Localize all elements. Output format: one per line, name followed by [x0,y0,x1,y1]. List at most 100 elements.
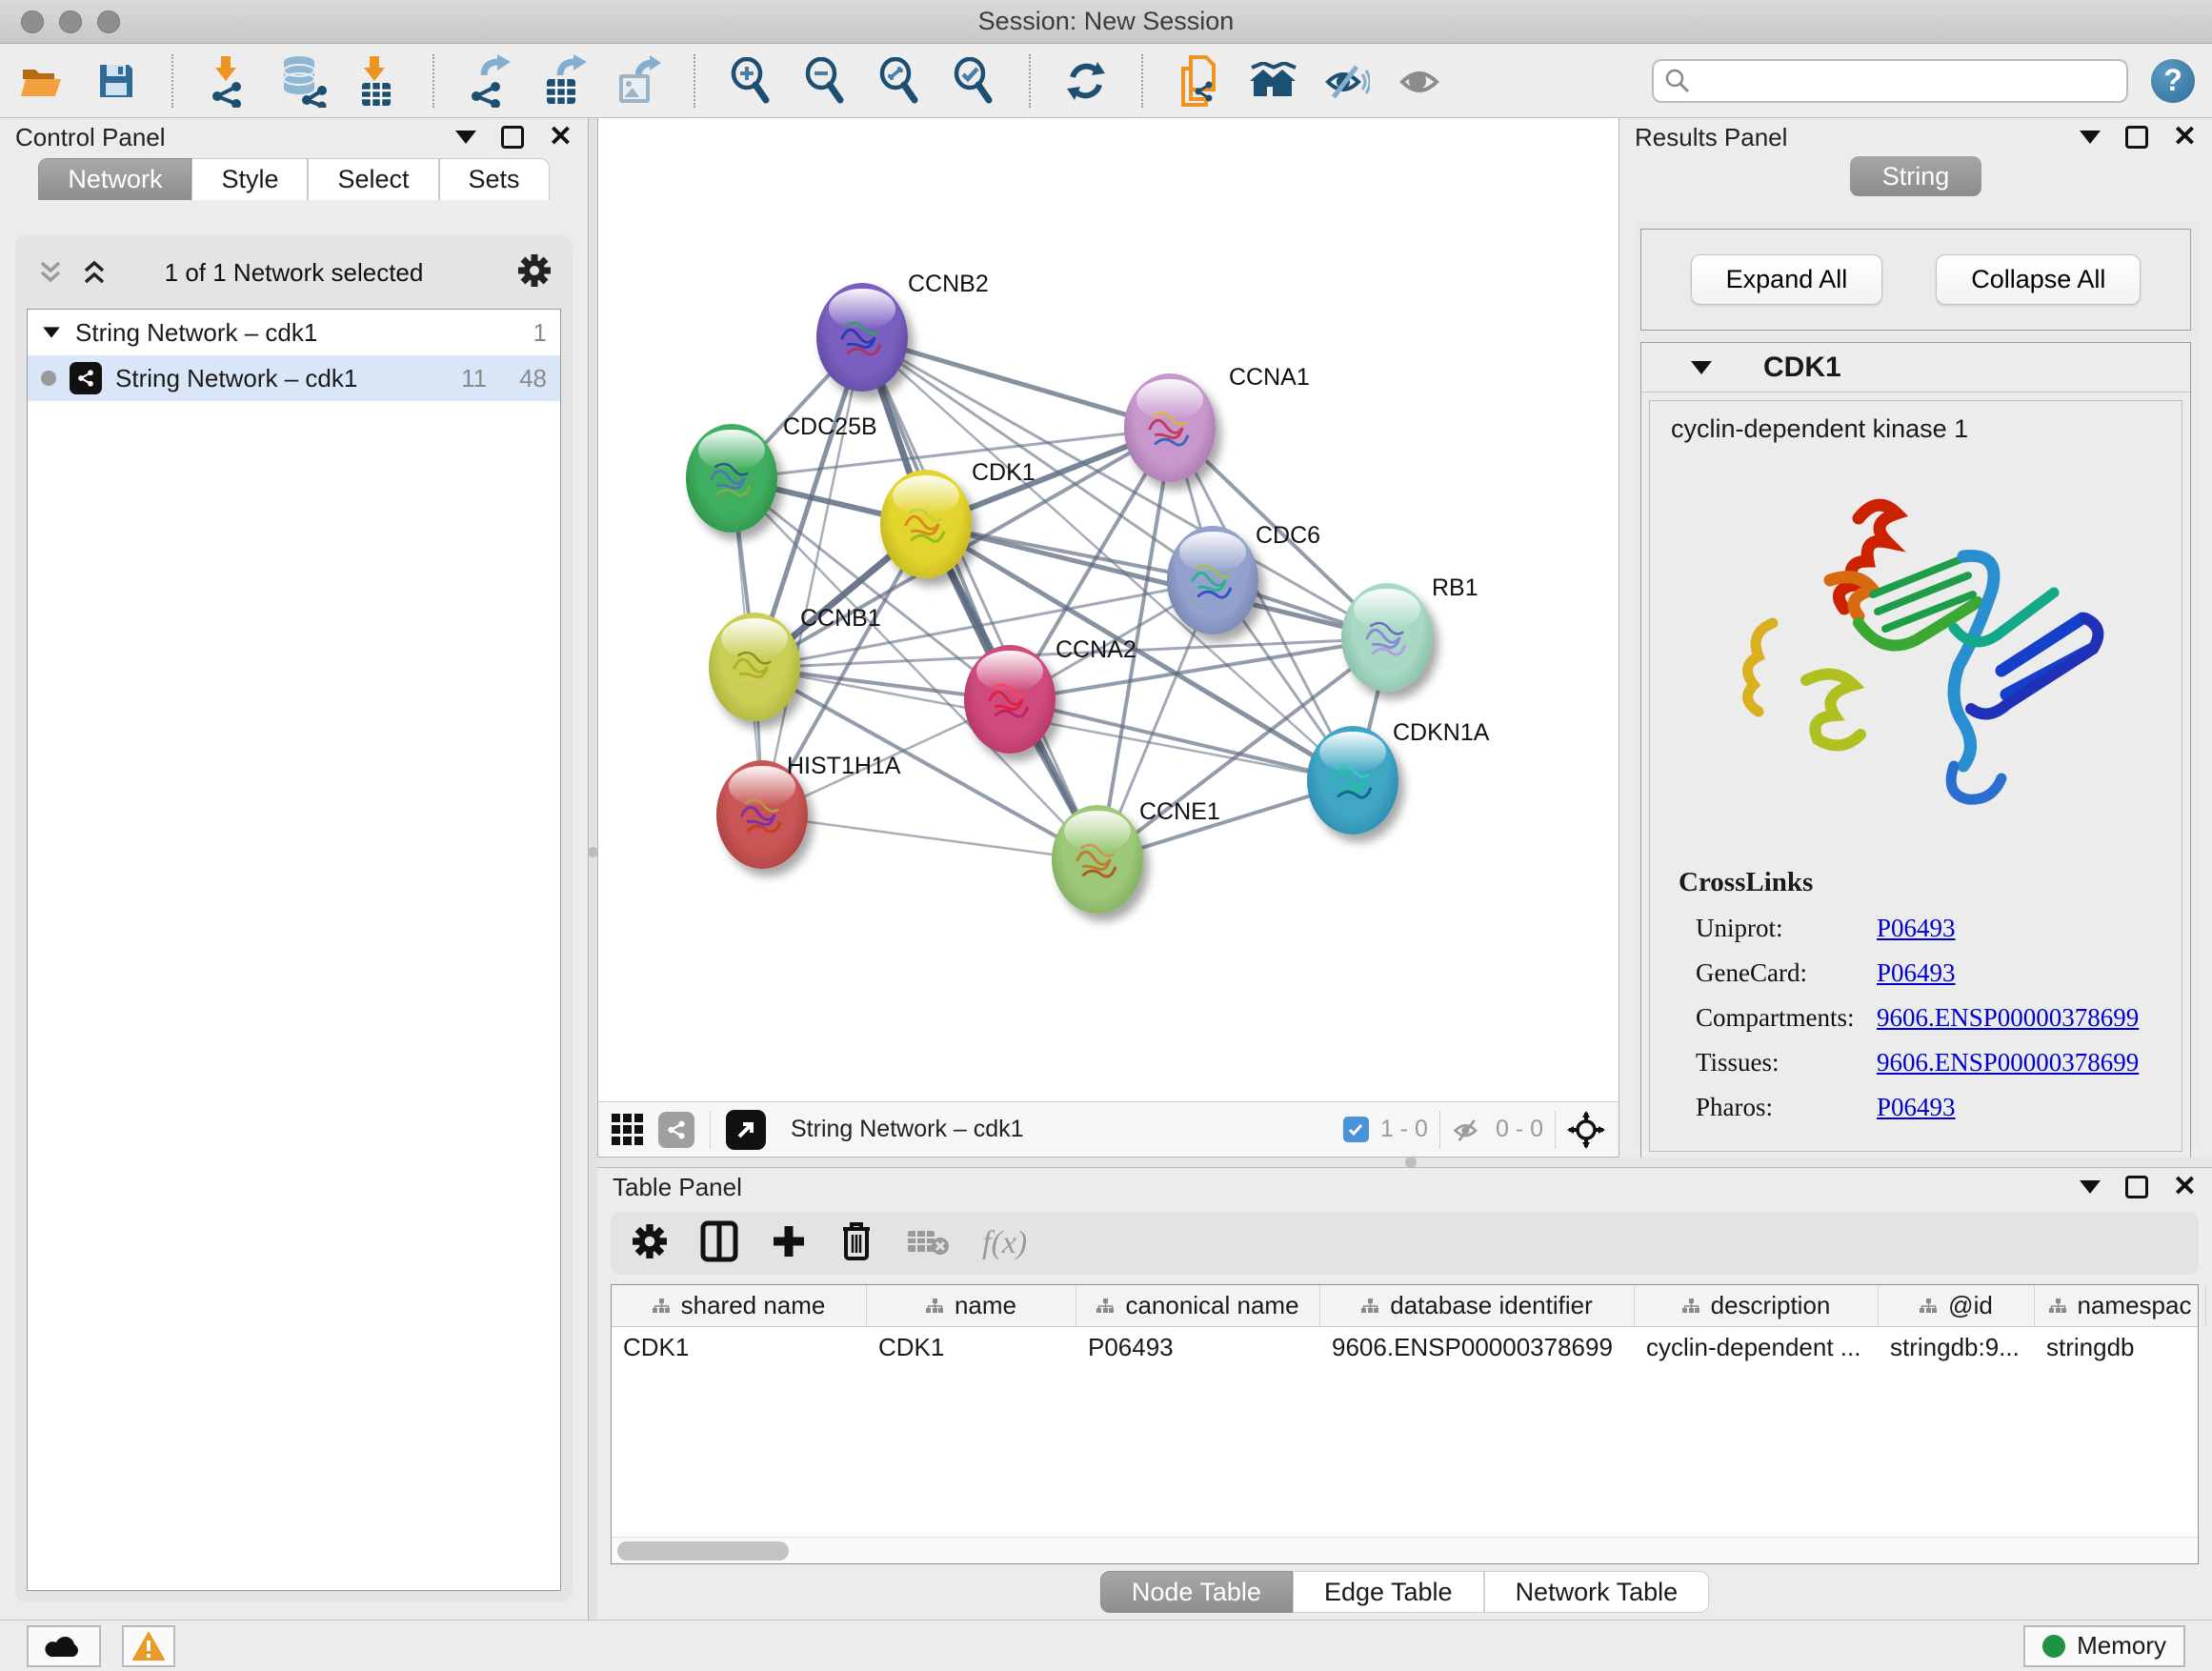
export-image-button[interactable] [613,54,663,108]
expand-all-button[interactable]: Expand All [1691,254,1883,305]
selected-indicator-checkbox[interactable] [1343,1117,1369,1142]
network-edge[interactable] [1012,700,1357,781]
results-panel-float-button[interactable] [2125,126,2148,149]
table-panel-float-button[interactable] [2125,1176,2148,1198]
control-panel-close-button[interactable]: ✕ [549,123,573,151]
network-canvas[interactable]: CCNB2 CCNA1 CDC25B CDK1 CDC6 RB1 CCNB1 C… [598,118,1619,1101]
table-cell[interactable]: CDK1 [612,1327,867,1371]
show-all-button[interactable] [1397,54,1446,108]
help-button[interactable]: ? [2151,59,2195,103]
network-node-ccnb2[interactable] [816,283,908,392]
column-header-canonical-name[interactable]: canonical name [1076,1285,1320,1326]
control-panel-collapse-button[interactable] [455,131,476,144]
tab-edge-table[interactable]: Edge Table [1293,1571,1484,1613]
cloud-status-button[interactable] [27,1625,101,1667]
duplicate-network-button[interactable] [1174,54,1223,108]
network-edge[interactable] [763,337,863,815]
network-share-icon[interactable] [658,1112,694,1148]
network-node-cdk1[interactable] [880,470,972,578]
network-node-cdc25b[interactable] [686,424,777,533]
grid-view-icon[interactable] [612,1114,643,1145]
table-cell[interactable]: CDK1 [867,1327,1076,1371]
collapse-all-button[interactable]: Collapse All [1936,254,2141,305]
delete-table-button[interactable] [906,1225,950,1262]
network-collection-row[interactable]: String Network – cdk1 1 [28,310,560,355]
import-network-database-button[interactable] [278,54,328,108]
crosslink-link[interactable]: 9606.ENSP00000378699 [1877,1048,2139,1077]
tab-network[interactable]: Network [38,158,191,200]
table-horizontal-scrollbar[interactable] [612,1537,2198,1563]
network-edge[interactable] [863,337,1099,860]
table-header-row: shared name name canonical name database… [612,1285,2198,1327]
search-input[interactable] [1698,68,2115,94]
hide-selected-button[interactable] [1322,54,1372,108]
zoom-fit-button[interactable] [875,54,924,108]
network-node-rb1[interactable] [1341,583,1433,692]
column-header-shared-name[interactable]: shared name [612,1285,867,1326]
left-splitter[interactable] [589,118,597,1620]
column-header-@id[interactable]: @id [1879,1285,2035,1326]
add-column-button[interactable] [771,1223,807,1264]
network-row[interactable]: String Network – cdk1 11 48 [28,355,560,401]
column-header-description[interactable]: description [1635,1285,1879,1326]
tab-node-table[interactable]: Node Table [1100,1571,1293,1613]
gene-expand-arrow-icon[interactable] [1691,361,1712,374]
toolbar-search[interactable] [1652,59,2128,103]
column-label: shared name [681,1291,826,1320]
memory-button[interactable]: Memory [2023,1625,2185,1667]
network-node-cdkn1a[interactable] [1307,726,1398,835]
crosslink-link[interactable]: P06493 [1877,1093,1956,1122]
table-options-gear-button[interactable] [632,1223,668,1264]
column-header-database-identifier[interactable]: database identifier [1320,1285,1635,1326]
home-button[interactable] [1248,54,1297,108]
crosslink-link[interactable]: 9606.ENSP00000378699 [1877,1003,2139,1033]
delete-column-button[interactable] [839,1220,874,1267]
table-panel-collapse-button[interactable] [2080,1180,2101,1194]
network-node-ccnb1[interactable] [709,613,800,721]
results-panel-close-button[interactable]: ✕ [2173,123,2197,151]
results-panel-collapse-button[interactable] [2080,131,2101,144]
zoom-in-button[interactable] [726,54,775,108]
crosslink-link[interactable]: P06493 [1877,914,1956,943]
collection-expand-arrow-icon[interactable] [43,327,60,337]
table-tabs: Node Table Edge Table Network Table [597,1564,2212,1620]
table-cell[interactable]: P06493 [1076,1327,1320,1371]
warnings-button[interactable] [122,1625,175,1667]
network-edge[interactable] [763,815,1100,860]
network-node-cdc6[interactable] [1167,526,1258,634]
save-session-button[interactable] [91,54,141,108]
scrollbar-thumb[interactable] [617,1541,789,1560]
zoom-selected-button[interactable] [949,54,998,108]
table-panel-close-button[interactable]: ✕ [2173,1173,2197,1201]
network-node-ccna2[interactable] [964,645,1056,754]
tab-sets[interactable]: Sets [439,158,550,200]
table-cell[interactable]: cyclin-dependent ... [1635,1327,1879,1371]
import-network-file-button[interactable] [204,54,253,108]
open-session-button[interactable] [17,54,67,108]
table-cell[interactable]: stringdb [2035,1327,2206,1371]
table-cell[interactable]: 9606.ENSP00000378699 [1320,1327,1635,1371]
tab-style[interactable]: Style [191,158,308,200]
column-header-namespac[interactable]: namespac [2035,1285,2206,1326]
export-table-button[interactable] [539,54,589,108]
show-columns-button[interactable] [700,1220,738,1267]
column-header-name[interactable]: name [867,1285,1076,1326]
crosshair-icon[interactable] [1567,1111,1605,1149]
birdseye-view-button[interactable] [726,1110,766,1150]
bottom-splitter[interactable] [597,1158,2212,1167]
table-row[interactable]: CDK1CDK1P064939606.ENSP00000378699cyclin… [612,1327,2198,1371]
zoom-out-button[interactable] [800,54,850,108]
tab-string[interactable]: String [1850,156,1982,196]
table-cell[interactable]: stringdb:9... [1879,1327,2035,1371]
export-network-button[interactable] [465,54,514,108]
import-table-file-button[interactable] [352,54,402,108]
tab-select[interactable]: Select [308,158,438,200]
network-node-ccna1[interactable] [1124,373,1216,482]
node-label: CDKN1A [1393,719,1489,747]
tab-network-table[interactable]: Network Table [1484,1571,1710,1613]
control-panel-float-button[interactable] [501,126,524,149]
refresh-button[interactable] [1061,54,1111,108]
network-node-ccne1[interactable] [1052,805,1143,914]
apply-function-button[interactable]: f(x) [982,1225,1027,1261]
crosslink-link[interactable]: P06493 [1877,958,1956,988]
